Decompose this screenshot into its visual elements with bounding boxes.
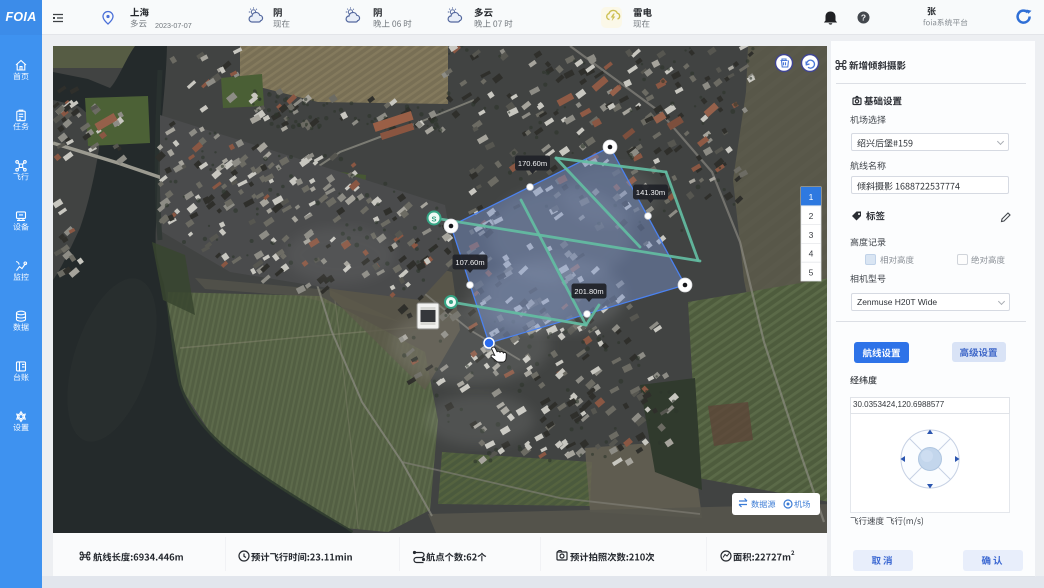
svg-text:107.60m: 107.60m bbox=[455, 258, 484, 267]
svg-text:S: S bbox=[431, 215, 436, 224]
svg-text:5: 5 bbox=[809, 267, 814, 277]
svg-text:2: 2 bbox=[809, 211, 814, 221]
svg-text:1: 1 bbox=[809, 192, 814, 202]
svg-text:4: 4 bbox=[809, 249, 814, 259]
svg-text:201.80m: 201.80m bbox=[574, 287, 603, 296]
svg-text:3: 3 bbox=[809, 230, 814, 240]
svg-text:141.30m: 141.30m bbox=[636, 188, 665, 197]
svg-text:170.60m: 170.60m bbox=[518, 159, 547, 168]
